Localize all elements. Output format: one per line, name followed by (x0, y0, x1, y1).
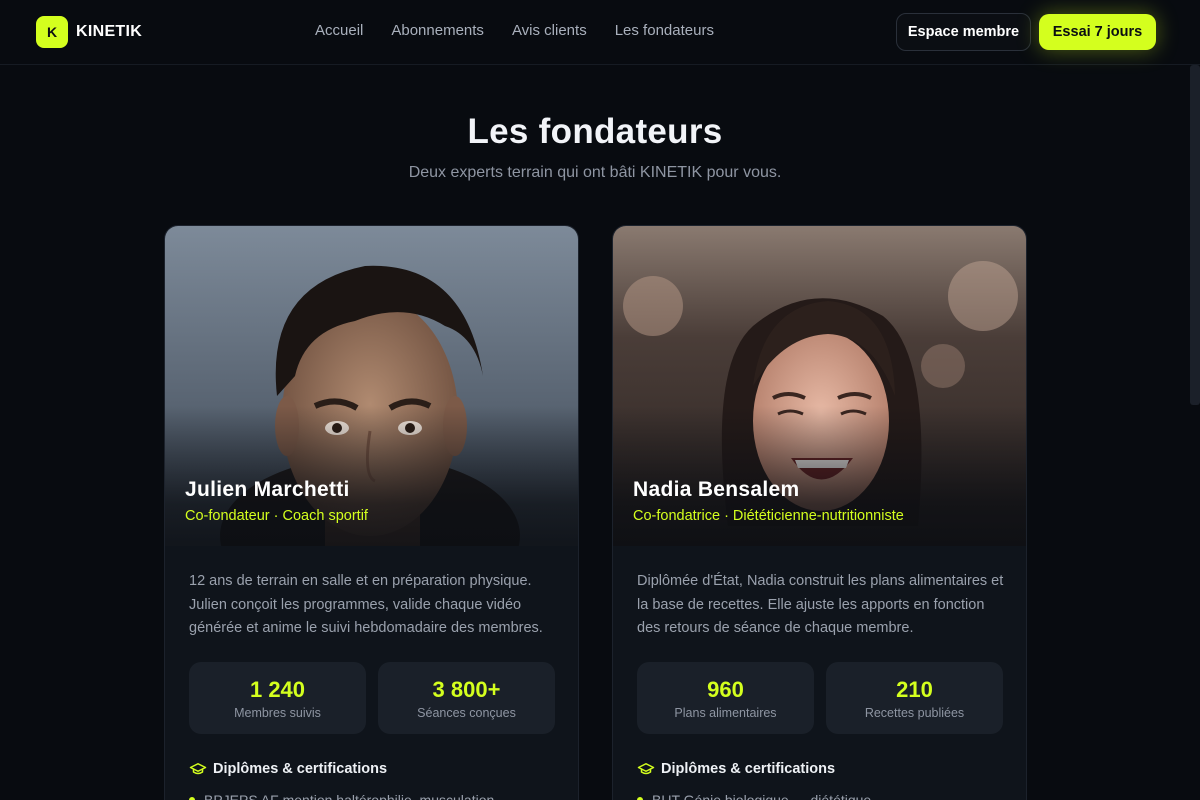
nav-link-fondateurs[interactable]: Les fondateurs (615, 22, 714, 39)
founder-photo: Julien Marchetti Co-fondateur · Coach sp… (165, 226, 578, 546)
stat-card: 210 Recettes publiées (826, 662, 1003, 734)
section-subtitle: Deux experts terrain qui ont bâti KINETI… (408, 164, 782, 181)
nav-link-abonnements[interactable]: Abonnements (391, 22, 484, 39)
stat-label: Recettes publiées (864, 706, 965, 720)
founder-bio: Diplômée d'État, Nadia construit les pla… (637, 573, 1004, 636)
member-area-button[interactable]: Espace membre (896, 13, 1031, 51)
brand-logo[interactable]: K KINETIK (36, 16, 142, 48)
stat-label: Séances conçues (417, 706, 516, 720)
stat-card: 960 Plans alimentaires (637, 662, 814, 734)
free-trial-button[interactable]: Essai 7 jours (1039, 14, 1156, 50)
page-scrollbar[interactable] (1190, 65, 1200, 405)
graduation-cap-icon (189, 760, 207, 778)
logo-mark: K (36, 16, 68, 48)
nav-links: Accueil Abonnements Avis clients Les fon… (315, 22, 714, 39)
diplomas-title: Diplômes & certifications (213, 761, 388, 777)
stat-label: Plans alimentaires (674, 706, 777, 720)
founder-card-nadia: Nadia Bensalem Co-fondatrice · Diététici… (612, 225, 1027, 800)
diploma-text: BUT Génie biologique — diététique (652, 792, 872, 800)
stat-card: 3 800+ Séances conçues (378, 662, 555, 734)
diploma-text: BPJEPS AF mention haltérophilie, muscula… (204, 792, 495, 800)
top-navbar: K KINETIK Accueil Abonnements Avis clien… (0, 0, 1200, 65)
stat-value: 3 800+ (432, 677, 501, 702)
founder-photo: Nadia Bensalem Co-fondatrice · Diététici… (613, 226, 1026, 546)
photo-gradient-overlay (613, 406, 1026, 546)
founder-role: Co-fondatrice · Diététicienne-nutritionn… (633, 508, 904, 524)
founder-name: Julien Marchetti (185, 478, 350, 501)
diplomas-title: Diplômes & certifications (661, 761, 836, 777)
stat-value: 1 240 (249, 677, 306, 702)
photo-gradient-overlay (165, 406, 578, 546)
founder-card-julien: Julien Marchetti Co-fondateur · Coach sp… (164, 225, 579, 800)
graduation-cap-icon (637, 760, 655, 778)
founder-bio: 12 ans de terrain en salle et en prépara… (189, 573, 543, 636)
founder-role: Co-fondateur · Coach sportif (185, 508, 368, 524)
nav-link-avis-clients[interactable]: Avis clients (512, 22, 587, 39)
founder-name: Nadia Bensalem (633, 478, 800, 501)
stat-label: Membres suivis (234, 706, 321, 720)
diplomas-heading: Diplômes & certifications (637, 760, 835, 778)
stat-value: 210 (896, 677, 933, 702)
stat-card: 1 240 Membres suivis (189, 662, 366, 734)
diploma-item: BPJEPS AF mention haltérophilie, muscula… (189, 792, 494, 800)
brand-name: KINETIK (76, 23, 143, 40)
diploma-item: BUT Génie biologique — diététique (637, 792, 871, 800)
section-title: Les fondateurs (467, 112, 723, 151)
stat-value: 960 (707, 677, 744, 702)
nav-link-accueil[interactable]: Accueil (315, 22, 363, 39)
diplomas-heading: Diplômes & certifications (189, 760, 387, 778)
